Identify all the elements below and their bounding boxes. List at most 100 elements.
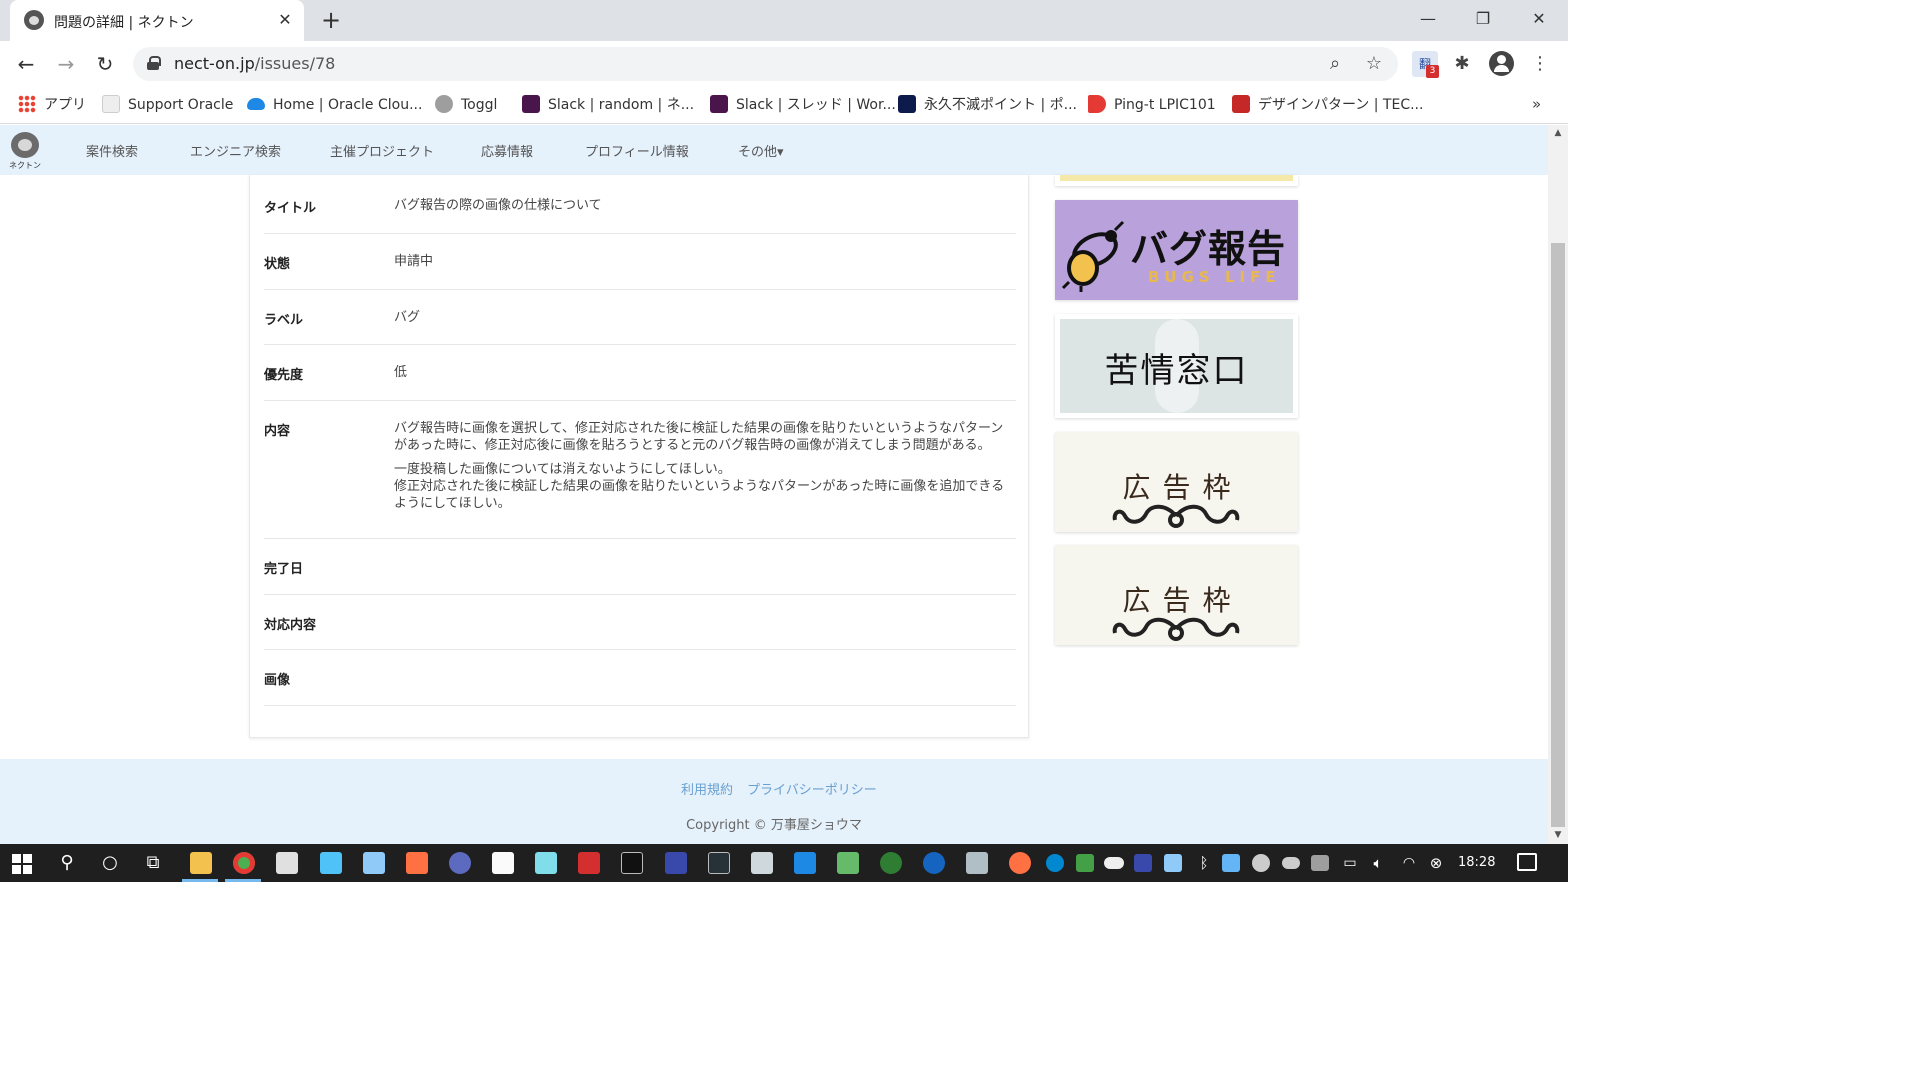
app-icon[interactable] <box>708 852 730 874</box>
logo-text: ネクトン <box>9 161 41 170</box>
nav-applications[interactable]: 応募情報 <box>481 141 533 160</box>
minimize-icon[interactable]: — <box>1408 5 1448 35</box>
clock-time[interactable]: 18:28 <box>1458 855 1495 870</box>
lock-icon[interactable] <box>147 56 161 70</box>
row-content: 内容 バグ報告時に画像を選択して、修正対応された後に検証した結果の画像を貼りたい… <box>264 401 1016 539</box>
chrome-icon[interactable] <box>233 852 255 874</box>
close-window-icon[interactable]: ✕ <box>1519 5 1559 35</box>
bookmark-ping-t[interactable]: Ping-t LPIC101 <box>1088 95 1216 115</box>
file-explorer-icon[interactable] <box>190 852 212 874</box>
eclipse-icon[interactable] <box>449 852 471 874</box>
scrollbar-thumb[interactable] <box>1551 243 1565 827</box>
bookmark-star-icon[interactable]: ☆ <box>1363 53 1385 75</box>
skype-icon[interactable] <box>1046 854 1064 872</box>
terminal-icon[interactable] <box>621 852 643 874</box>
nav-profile[interactable]: プロフィール情報 <box>585 141 689 160</box>
bookmark-toggl[interactable]: Toggl <box>435 95 497 115</box>
ime-off-icon[interactable]: ⊗ <box>1424 852 1448 874</box>
battery-icon[interactable]: ▭ <box>1338 852 1362 874</box>
tray-icon[interactable] <box>1282 857 1300 869</box>
nav-hosted-projects[interactable]: 主催プロジェクト <box>330 141 434 160</box>
app-icon[interactable] <box>966 852 988 874</box>
store-icon[interactable] <box>276 852 298 874</box>
close-tab-icon[interactable]: ✕ <box>274 9 296 31</box>
browser-tab[interactable]: 問題の詳細 | ネクトン ✕ <box>10 0 304 41</box>
ad-slot-banner[interactable]: 広告枠 <box>1055 545 1298 645</box>
tray-icon[interactable] <box>1252 854 1270 872</box>
puzzle-icon[interactable]: ✱ <box>1449 51 1475 77</box>
bluetooth-icon[interactable]: ᛒ <box>1192 852 1216 874</box>
notification-center-icon[interactable] <box>1517 853 1537 871</box>
app-icon[interactable] <box>363 852 385 874</box>
bookmark-eikyu-point[interactable]: 永久不滅ポイント | ポ... <box>898 95 1077 115</box>
browser-toolbar: ← → ↻ nect-on.jp/issues/78 ⌕ ☆ 翻 3 ✱ ⋮ <box>0 41 1568 86</box>
windows-start-icon[interactable] <box>12 854 32 874</box>
tray-icon[interactable] <box>1164 854 1182 872</box>
address-bar[interactable]: nect-on.jp/issues/78 ⌕ ☆ <box>133 47 1398 81</box>
row-label: 画像 <box>264 673 291 688</box>
kebab-menu-icon[interactable]: ⋮ <box>1527 51 1553 77</box>
tech-icon <box>1232 95 1250 113</box>
complaint-banner[interactable]: 苦情窓口 <box>1055 314 1298 418</box>
bookmark-oracle-cloud[interactable]: Home | Oracle Clou... <box>247 95 422 115</box>
matlab-icon[interactable] <box>406 852 428 874</box>
zoom-icon[interactable]: ⌕ <box>1324 53 1346 75</box>
nav-engineer-search[interactable]: エンジニア検索 <box>190 141 281 160</box>
row-label: 対応内容 <box>264 618 317 633</box>
back-arrow-icon[interactable]: ← <box>12 50 40 78</box>
app-icon[interactable] <box>880 852 902 874</box>
bookmarks-overflow-icon[interactable]: » <box>1532 95 1541 113</box>
scroll-down-arrow-icon[interactable]: ▼ <box>1548 827 1568 844</box>
privacy-policy-link[interactable]: プライバシーポリシー <box>747 779 877 798</box>
forward-arrow-icon[interactable]: → <box>52 50 80 78</box>
app-icon[interactable] <box>535 852 557 874</box>
app-icon[interactable] <box>320 852 342 874</box>
bookmark-design-pattern[interactable]: デザインパターン | TEC... <box>1232 95 1423 115</box>
ad-slot-banner[interactable]: 広告枠 <box>1055 432 1298 532</box>
row-label: 優先度 <box>264 368 304 383</box>
active-indicator <box>182 879 218 882</box>
volume-icon[interactable]: 🔈︎ <box>1366 852 1390 874</box>
wifi-icon[interactable]: ◠ <box>1397 852 1421 874</box>
bookmark-support-oracle[interactable]: Support Oracle <box>102 95 233 115</box>
search-icon[interactable]: ⚲ <box>55 852 79 874</box>
translate-extension-icon[interactable]: 翻 3 <box>1412 51 1439 78</box>
cortana-icon[interactable]: ○ <box>98 852 122 874</box>
tray-icon[interactable] <box>1134 854 1152 872</box>
issue-content-value: バグ報告時に画像を選択して、修正対応された後に検証した結果の画像を貼りたいという… <box>394 420 1016 519</box>
app-icon[interactable] <box>578 852 600 874</box>
banner-partial[interactable] <box>1055 175 1298 186</box>
page-scrollbar[interactable]: ▲ ▼ <box>1548 125 1568 844</box>
site-logo[interactable]: ネクトン <box>8 130 42 170</box>
row-title: タイトル バグ報告の際の画像の仕様について <box>264 175 1016 234</box>
nav-project-search[interactable]: 案件検索 <box>86 141 138 160</box>
mail-icon[interactable] <box>794 852 816 874</box>
reload-icon[interactable]: ↻ <box>91 50 119 78</box>
app-icon[interactable] <box>492 852 514 874</box>
task-view-icon[interactable]: ⧉ <box>141 852 165 874</box>
app-icon[interactable] <box>923 852 945 874</box>
active-indicator <box>225 879 261 882</box>
nav-other-dropdown[interactable]: その他▾ <box>738 141 784 160</box>
url-text[interactable]: nect-on.jp/issues/78 <box>174 54 335 73</box>
new-tab-button[interactable]: + <box>318 8 344 34</box>
network-display-icon[interactable] <box>1311 855 1329 871</box>
profile-avatar-icon[interactable] <box>1489 51 1514 76</box>
bookmark-slack-random[interactable]: Slack | random | ネ... <box>522 95 694 115</box>
app-icon[interactable] <box>751 852 773 874</box>
app-icon[interactable] <box>665 852 687 874</box>
app-icon[interactable] <box>837 852 859 874</box>
tray-icon[interactable] <box>1222 854 1240 872</box>
toggl-icon <box>435 95 453 113</box>
defender-icon[interactable] <box>1076 854 1094 872</box>
scroll-up-arrow-icon[interactable]: ▲ <box>1548 125 1568 142</box>
restore-icon[interactable]: ❐ <box>1463 5 1503 35</box>
bookmark-apps[interactable]: アプリ <box>18 95 86 115</box>
bug-report-banner[interactable]: バグ報告 BUGS LIFE <box>1055 200 1298 300</box>
terms-link[interactable]: 利用規約 <box>681 779 733 798</box>
bookmark-slack-thread[interactable]: Slack | スレッド | Wor... <box>710 95 896 115</box>
onedrive-icon[interactable] <box>1104 857 1124 869</box>
row-status: 状態 申請中 <box>264 234 1016 290</box>
firefox-icon[interactable] <box>1009 852 1031 874</box>
cloud-icon <box>247 98 265 110</box>
